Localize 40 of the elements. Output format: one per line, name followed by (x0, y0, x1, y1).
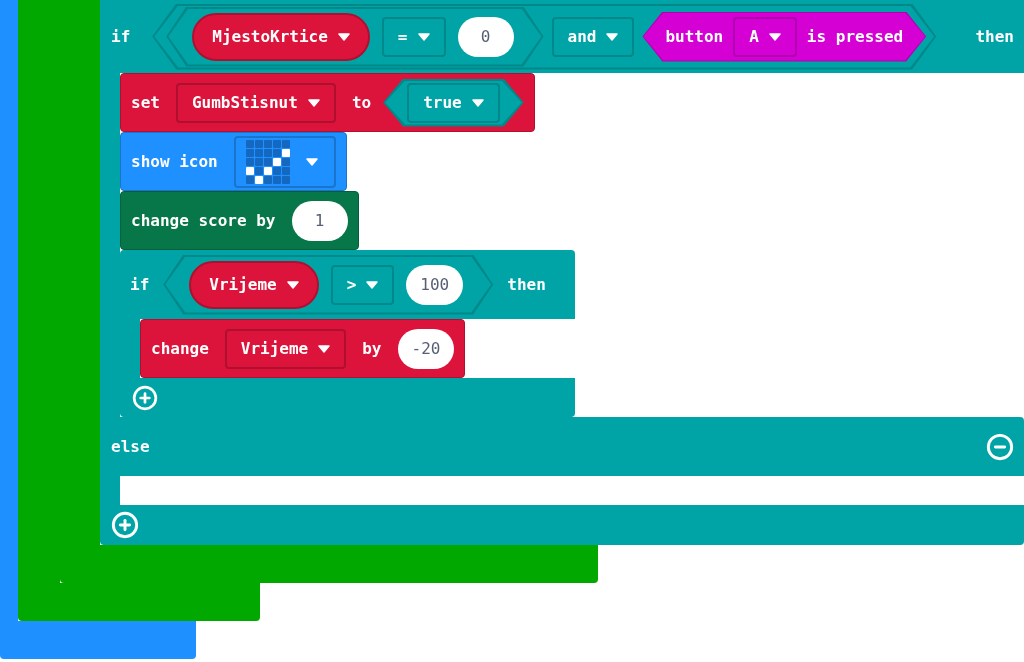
block-label: show icon (131, 150, 218, 173)
number-field[interactable]: -20 (397, 328, 455, 369)
number-field[interactable]: 0 (457, 16, 514, 57)
caret-icon (337, 32, 350, 41)
button-dropdown[interactable]: A (733, 16, 797, 57)
dropdown[interactable]: = (381, 16, 446, 57)
caret-icon (366, 280, 379, 289)
caret-icon (471, 98, 484, 107)
caret-icon (305, 157, 318, 166)
block-label: is pressed (806, 25, 904, 48)
number-field[interactable]: 1 (291, 200, 348, 241)
keyword: if (130, 273, 150, 296)
variable-dropdown[interactable]: GumbStisnut (175, 82, 336, 123)
caret-icon (768, 32, 781, 41)
boolean-dropdown[interactable]: true (407, 82, 500, 123)
block-label: to (351, 91, 372, 114)
minus-icon[interactable] (986, 432, 1014, 461)
block-label: set (131, 91, 160, 114)
block-label: change (151, 337, 209, 360)
variable-pill[interactable]: Vrijeme (189, 260, 319, 309)
keyword: then (507, 273, 546, 296)
caret-icon (318, 344, 331, 353)
icon-dropdown[interactable] (233, 135, 336, 188)
caret-icon (307, 98, 320, 107)
plus-icon[interactable] (132, 384, 158, 411)
variable-dropdown[interactable]: Vrijeme (224, 328, 347, 369)
logic-dropdown[interactable]: and (551, 16, 635, 57)
caret-icon (417, 32, 430, 41)
variable-pill[interactable]: MjestoKrtice (192, 12, 370, 61)
keyword: else (111, 435, 150, 458)
keyword: then (975, 25, 1014, 48)
block-label: button (665, 25, 724, 48)
caret-icon (286, 280, 299, 289)
caret-icon (606, 32, 619, 41)
block-label: by (362, 337, 382, 360)
block-label: change score by (131, 209, 276, 232)
number-field[interactable]: 100 (406, 264, 464, 305)
plus-icon[interactable] (111, 511, 139, 539)
keyword: if (111, 25, 131, 48)
dropdown[interactable]: > (330, 264, 395, 305)
